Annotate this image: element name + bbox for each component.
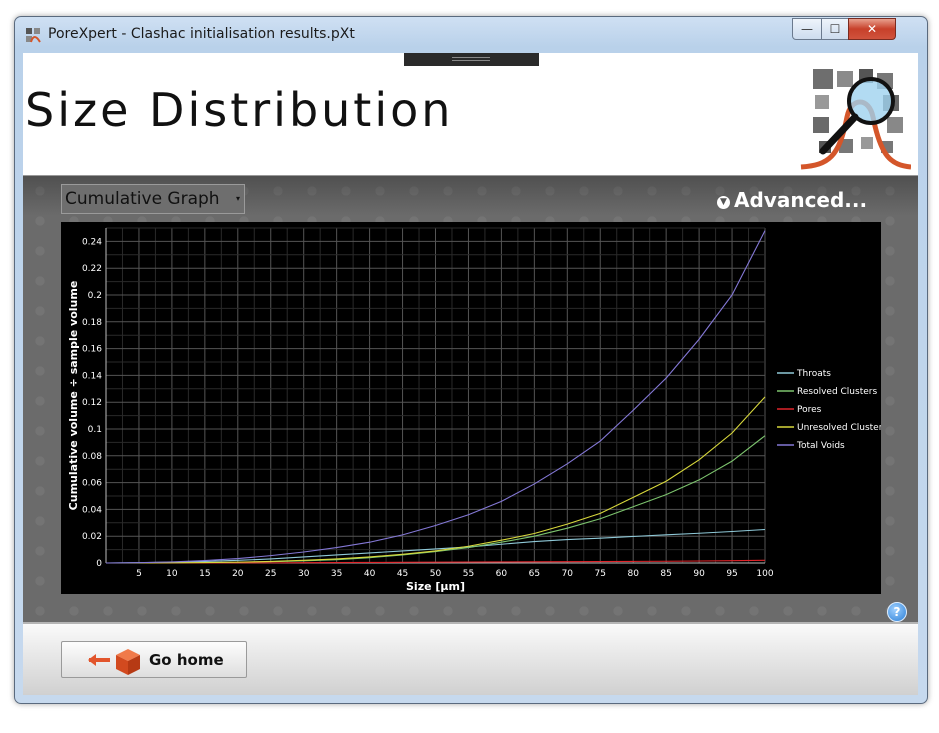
x-tick-label: 15 xyxy=(199,569,210,579)
x-tick-label: 55 xyxy=(463,569,474,579)
legend-label: Total Voids xyxy=(796,441,845,451)
chevron-down-icon: ▼ xyxy=(717,196,730,209)
x-tick-label: 40 xyxy=(364,569,376,579)
x-tick-label: 65 xyxy=(529,569,540,579)
app-window: PoreXpert - Clashac initialisation resul… xyxy=(14,16,928,704)
legend-label: Resolved Clusters xyxy=(797,387,877,397)
graph-type-value: Cumulative Graph xyxy=(65,189,220,209)
y-tick-label: 0.12 xyxy=(82,398,102,408)
y-tick-label: 0.1 xyxy=(88,425,102,435)
graph-panel: Cumulative Graph ▾ ▼ Advanced... 5 10 15 20 2… xyxy=(23,176,918,622)
x-tick-label: 90 xyxy=(693,569,705,579)
size-distribution-chart: 5 10 15 20 25 30 35 40 45 50 55 60 65 70 75 80 85 90 95 100… xyxy=(61,222,887,594)
y-axis-title: Cumulative volume ÷ sample volume xyxy=(67,281,80,511)
x-tick-label: 10 xyxy=(166,569,178,579)
x-tick-label: 60 xyxy=(496,569,508,579)
page-header: Size Distribution xyxy=(23,53,918,176)
close-button[interactable]: ✕ xyxy=(848,18,896,40)
go-home-label: Go home xyxy=(149,651,224,669)
x-tick-label: 35 xyxy=(331,569,342,579)
page-title: Size Distribution xyxy=(25,83,454,137)
go-home-button[interactable]: Go home xyxy=(61,641,247,678)
y-tick-label: 0.08 xyxy=(82,452,102,462)
minimize-button[interactable]: — xyxy=(792,18,822,40)
footer-bar: Go home xyxy=(23,622,918,695)
x-tick-label: 100 xyxy=(756,569,773,579)
porexpert-logo-icon xyxy=(800,69,911,170)
x-tick-label: 95 xyxy=(726,569,737,579)
y-tick-label: 0.18 xyxy=(82,318,102,328)
y-tick-label: 0.24 xyxy=(82,237,102,247)
y-tick-label: 0.22 xyxy=(82,264,102,274)
legend-label: Unresolved Clusters xyxy=(797,423,881,433)
x-tick-label: 25 xyxy=(265,569,276,579)
help-icon[interactable]: ? xyxy=(887,602,907,622)
client-area: Size Distribution Cumulative Graph ▾ ▼ A… xyxy=(23,53,918,695)
x-tick-label: 30 xyxy=(298,569,310,579)
legend-label: Pores xyxy=(797,405,822,415)
advanced-label: Advanced... xyxy=(734,188,868,212)
chart-svg: 5 10 15 20 25 30 35 40 45 50 55 60 65 70 75 80 85 90 95 100… xyxy=(67,227,887,593)
y-tick-label: 0.14 xyxy=(82,371,102,381)
y-tick-label: 0.02 xyxy=(82,532,102,542)
advanced-toggle[interactable]: ▼ Advanced... xyxy=(717,188,867,212)
window-title: PoreXpert - Clashac initialisation resul… xyxy=(48,26,355,42)
y-tick-label: 0.06 xyxy=(82,479,102,489)
home-arrow-icon xyxy=(88,649,140,675)
dropdown-arrow-icon: ▾ xyxy=(235,194,240,203)
header-collapse-grip[interactable] xyxy=(404,53,539,66)
graph-type-select[interactable]: Cumulative Graph ▾ xyxy=(61,184,245,214)
legend-label: Throats xyxy=(796,369,831,379)
x-tick-label: 50 xyxy=(430,569,442,579)
x-tick-label: 75 xyxy=(595,569,606,579)
title-bar[interactable]: PoreXpert - Clashac initialisation resul… xyxy=(15,17,927,51)
x-tick-label: 5 xyxy=(136,569,142,579)
y-tick-label: 0.04 xyxy=(82,505,102,515)
maximize-button[interactable]: ☐ xyxy=(821,18,849,40)
y-tick-label: 0.2 xyxy=(88,291,102,301)
x-tick-label: 85 xyxy=(660,569,671,579)
x-tick-label: 70 xyxy=(562,569,574,579)
porexpert-app-icon xyxy=(26,28,41,43)
x-axis-title: Size [µm] xyxy=(406,580,465,593)
y-tick-label: 0 xyxy=(96,559,102,569)
y-tick-label: 0.16 xyxy=(82,345,102,355)
x-tick-label: 80 xyxy=(627,569,639,579)
x-tick-label: 45 xyxy=(397,569,408,579)
x-tick-label: 20 xyxy=(232,569,244,579)
